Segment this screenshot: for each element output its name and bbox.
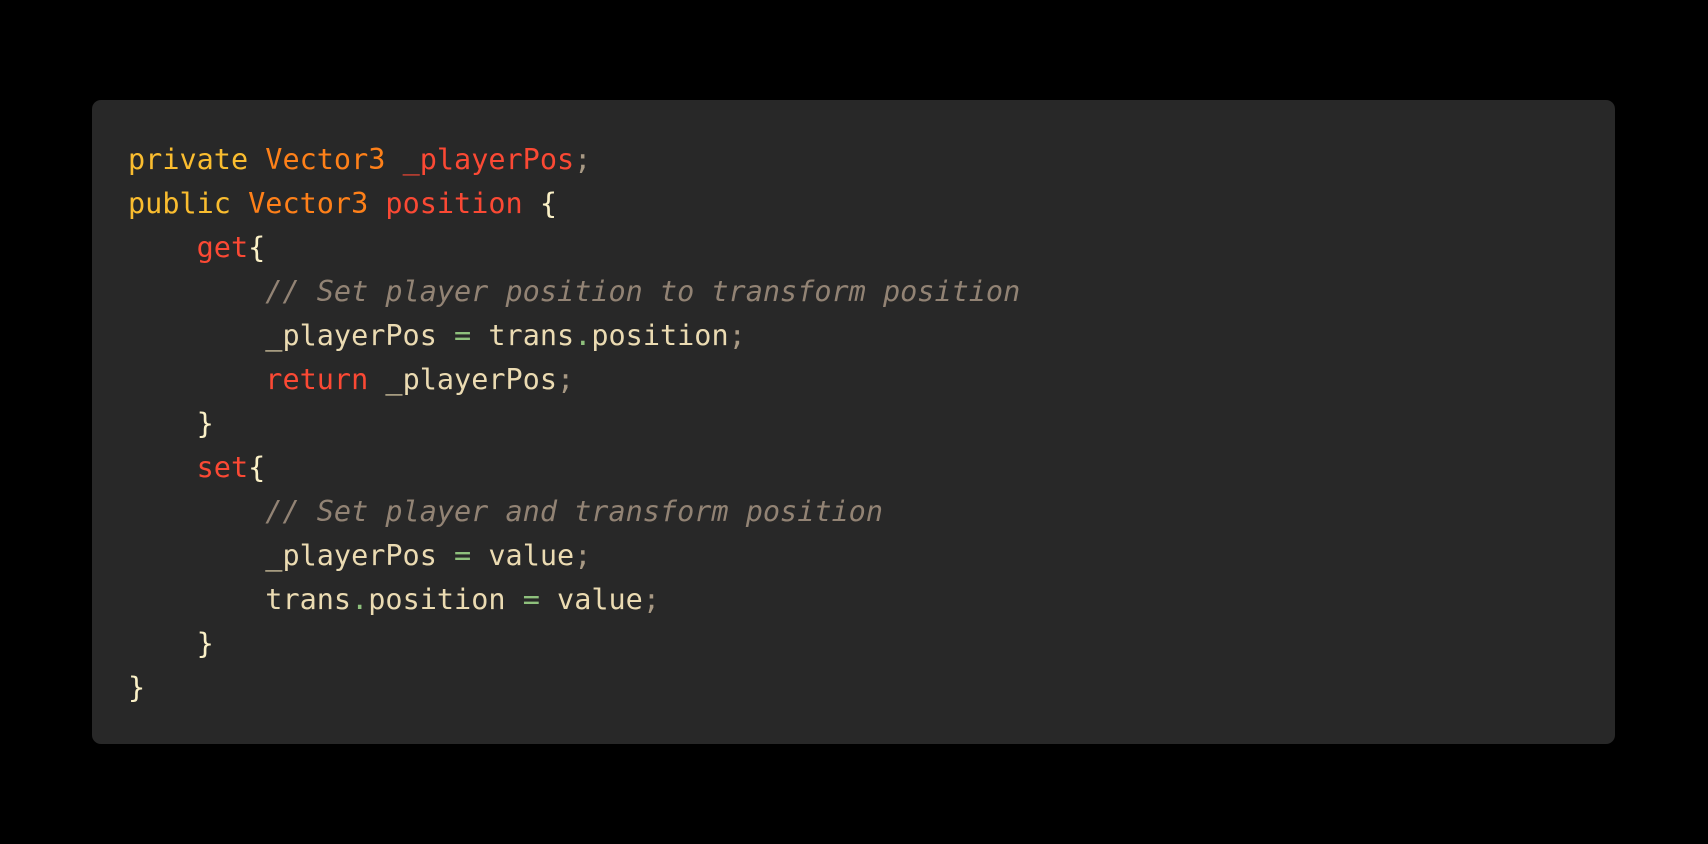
code-line: public Vector3 position {	[128, 182, 1615, 226]
code-comment: // Set player position to transform posi…	[265, 275, 1021, 308]
code-token: Vector3	[265, 143, 386, 176]
code-line: }	[128, 402, 1615, 446]
code-token: value	[488, 539, 575, 572]
code-token: value	[557, 583, 643, 616]
code-snippet-card: private Vector3 _playerPos; public Vector…	[92, 100, 1615, 744]
code-block: private Vector3 _playerPos; public Vector…	[128, 138, 1615, 710]
code-line: trans.position = value;	[128, 578, 1615, 622]
code-token: ;	[574, 539, 592, 572]
code-line: get{	[128, 226, 1615, 270]
code-token: _playerPos	[402, 143, 575, 176]
code-line: }	[128, 622, 1615, 666]
code-token: set	[196, 451, 249, 484]
code-token: return	[265, 363, 369, 396]
code-token: ;	[728, 319, 746, 352]
code-token: get	[196, 231, 249, 264]
code-token: .	[351, 583, 369, 616]
code-token: {	[248, 231, 266, 264]
code-token: private	[128, 143, 249, 176]
code-token: _playerPos	[265, 539, 437, 572]
code-token: trans	[265, 583, 352, 616]
code-token: }	[128, 671, 146, 704]
code-line: // Set player and transform position	[128, 490, 1615, 534]
code-token: ;	[642, 583, 661, 616]
code-token: _playerPos	[265, 319, 437, 352]
code-token: =	[454, 539, 472, 572]
code-line: _playerPos = trans.position;	[128, 314, 1615, 358]
code-token: Vector3	[248, 187, 369, 220]
code-line: }	[128, 666, 1615, 710]
code-token: .	[574, 319, 592, 352]
code-token: ;	[574, 143, 592, 176]
code-token: }	[196, 407, 214, 440]
code-token: public	[128, 187, 231, 220]
code-token: trans	[488, 319, 575, 352]
code-token: =	[454, 319, 472, 352]
code-token: {	[248, 451, 266, 484]
code-token: =	[522, 583, 540, 616]
code-line: return _playerPos;	[128, 358, 1615, 402]
code-token: ;	[557, 363, 575, 396]
code-line: // Set player position to transform posi…	[128, 270, 1615, 314]
page-canvas: private Vector3 _playerPos; public Vector…	[0, 0, 1708, 844]
code-token: }	[196, 627, 214, 660]
code-token: {	[539, 187, 558, 220]
code-line: set{	[128, 446, 1615, 490]
code-token: _playerPos	[385, 363, 557, 396]
code-token: position	[591, 319, 729, 352]
code-token: position	[385, 187, 523, 220]
code-comment: // Set player and transform position	[265, 495, 883, 528]
code-token: position	[368, 583, 506, 616]
code-line: _playerPos = value;	[128, 534, 1615, 578]
code-line: private Vector3 _playerPos;	[128, 138, 1615, 182]
